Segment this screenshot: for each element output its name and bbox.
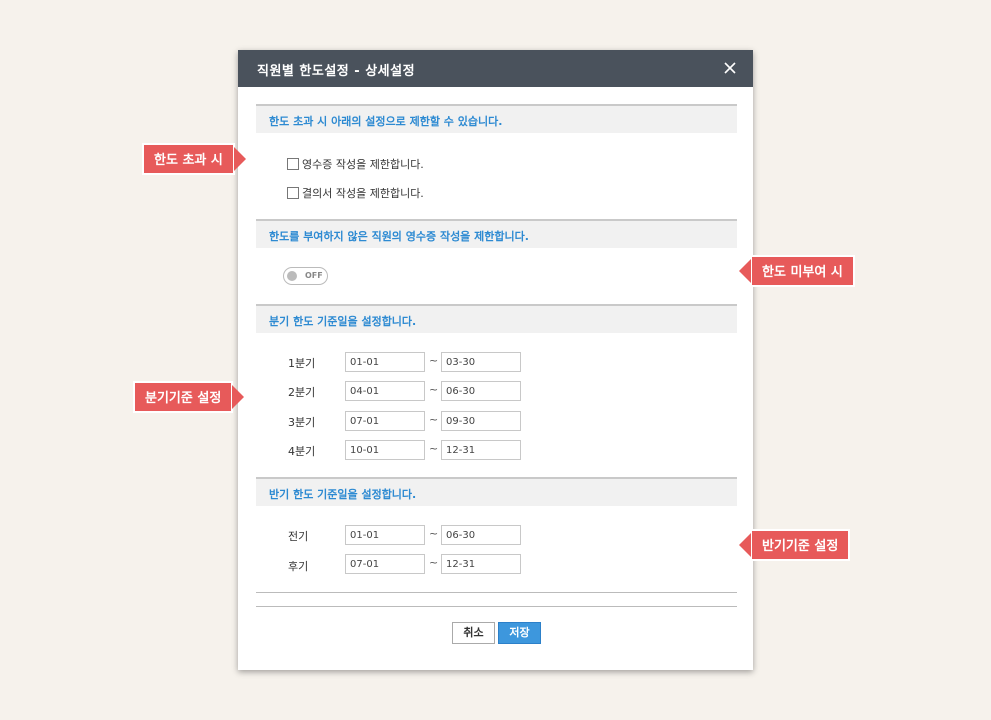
half-2-start-input[interactable] [345,554,425,574]
section-half-heading: 반기 한도 기준일을 설정합니다. [256,477,737,506]
dialog-titlebar: 직원별 한도설정 - 상세설정 [238,50,753,87]
range-separator: ~ [429,383,439,396]
range-separator: ~ [429,442,439,455]
restrict-toggle[interactable]: OFF [283,267,328,285]
section-quarter-heading: 분기 한도 기준일을 설정합니다. [256,304,737,333]
half-1-end-input[interactable] [441,525,521,545]
quarter-3-end-input[interactable] [441,411,521,431]
half-1-start-input[interactable] [345,525,425,545]
option-label: 영수증 작성을 제한합니다. [302,158,424,171]
toggle-label: OFF [305,271,323,280]
quarter-3-start-input[interactable] [345,411,425,431]
section-heading-text: 반기 한도 기준일을 설정합니다. [269,488,417,501]
section-heading-text: 한도 초과 시 아래의 설정으로 제한할 수 있습니다. [269,115,503,128]
range-separator: ~ [429,413,439,426]
half-1-label: 전기 [288,530,309,543]
dialog-title: 직원별 한도설정 - 상세설정 [257,64,416,79]
quarter-3-label: 3분기 [288,416,316,429]
range-separator: ~ [429,556,439,569]
quarter-2-end-input[interactable] [441,381,521,401]
section-heading-text: 한도를 부여하지 않은 직원의 영수증 작성을 제한합니다. [269,230,529,243]
divider [256,606,737,607]
section-no-limit-heading: 한도를 부여하지 않은 직원의 영수증 작성을 제한합니다. [256,219,737,248]
cancel-button[interactable]: 취소 [452,622,495,644]
range-separator: ~ [429,354,439,367]
option-label: 결의서 작성을 제한합니다. [302,187,424,200]
section-heading-text: 분기 한도 기준일을 설정합니다. [269,315,417,328]
limit-detail-dialog: 직원별 한도설정 - 상세설정 한도 초과 시 아래의 설정으로 제한할 수 있… [238,50,753,670]
divider [256,592,737,593]
quarter-4-start-input[interactable] [345,440,425,460]
toggle-knob [287,271,297,281]
quarter-2-start-input[interactable] [345,381,425,401]
quarter-1-end-input[interactable] [441,352,521,372]
quarter-1-start-input[interactable] [345,352,425,372]
checkbox[interactable] [287,187,299,199]
close-icon[interactable] [721,58,739,78]
quarter-2-label: 2분기 [288,386,316,399]
section-over-limit-heading: 한도 초과 시 아래의 설정으로 제한할 수 있습니다. [256,104,737,133]
restrict-receipt-option[interactable]: 영수증 작성을 제한합니다. [287,156,424,172]
callout-no-limit: 한도 미부여 시 [739,255,855,287]
range-separator: ~ [429,527,439,540]
restrict-resolution-option[interactable]: 결의서 작성을 제한합니다. [287,185,424,201]
quarter-4-end-input[interactable] [441,440,521,460]
half-2-label: 후기 [288,560,309,573]
half-2-end-input[interactable] [441,554,521,574]
quarter-4-label: 4분기 [288,445,316,458]
checkbox[interactable] [287,158,299,170]
quarter-1-label: 1분기 [288,357,316,370]
callout-over-limit: 한도 초과 시 [142,143,246,175]
callout-half: 반기기준 설정 [738,529,851,561]
callout-quarter: 분기기준 설정 [133,381,245,413]
save-button[interactable]: 저장 [498,622,541,644]
